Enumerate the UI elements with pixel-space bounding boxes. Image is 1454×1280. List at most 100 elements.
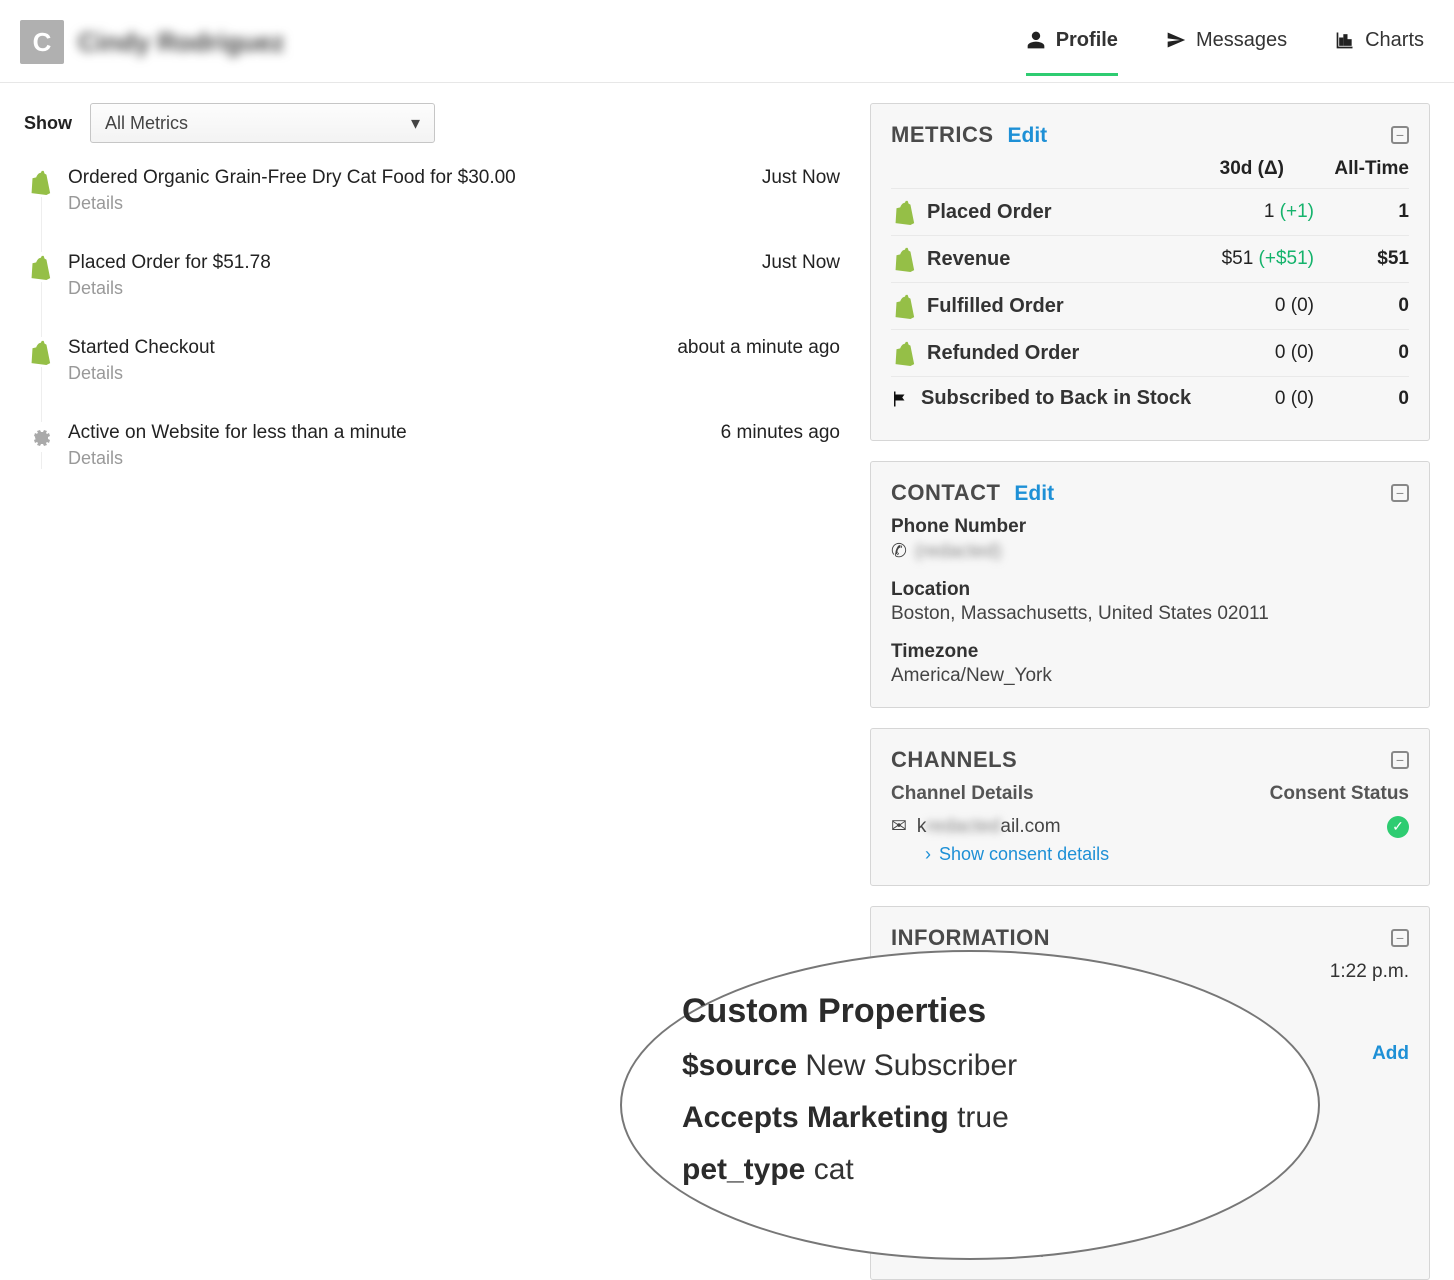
activity-details-link[interactable]: Details — [68, 363, 840, 384]
shopify-icon — [891, 340, 915, 366]
nav-messages-label: Messages — [1196, 29, 1287, 52]
consent-check-icon: ✓ — [1387, 816, 1409, 838]
activity-title: Placed Order for $51.78 — [68, 252, 271, 274]
metrics-edit-link[interactable]: Edit — [1008, 124, 1048, 148]
callout-row: Accepts Marketing true — [682, 1101, 1258, 1135]
metric-all: 1 — [1314, 201, 1409, 223]
shopify-icon — [891, 199, 915, 225]
phone-label: Phone Number — [891, 516, 1409, 538]
activity-item: Placed Order for $51.78 Just Now Details — [68, 252, 840, 299]
information-title: INFORMATION — [891, 925, 1050, 951]
metric-30d: 0 (0) — [1194, 342, 1314, 364]
metrics-filter-select[interactable]: All Metrics ▾ — [90, 103, 435, 143]
channel-email: kredactedail.com — [917, 816, 1061, 838]
activity-item: Ordered Organic Grain-Free Dry Cat Food … — [68, 167, 840, 214]
phone-icon: ✆ — [891, 540, 907, 563]
metric-label: Revenue — [927, 248, 1010, 271]
metric-all: 0 — [1314, 342, 1409, 364]
metric-all: $51 — [1314, 248, 1409, 270]
metric-label: Fulfilled Order — [927, 295, 1064, 318]
custom-properties-callout: Custom Properties $source New Subscriber… — [620, 950, 1320, 1260]
metric-30d: 0 (0) — [1194, 388, 1314, 410]
chevron-right-icon: › — [925, 844, 931, 865]
metrics-title: METRICS — [891, 122, 994, 148]
collapse-icon[interactable]: − — [1391, 751, 1409, 769]
filter-selected-value: All Metrics — [105, 113, 188, 134]
activity-time: Just Now — [762, 252, 840, 274]
collapse-icon[interactable]: − — [1391, 929, 1409, 947]
gears-icon — [24, 422, 54, 452]
activity-item: Started Checkout about a minute ago Deta… — [68, 337, 840, 384]
activity-time: about a minute ago — [677, 337, 840, 359]
header-left: C Cindy Rodriguez — [20, 20, 285, 64]
shopify-icon — [24, 167, 54, 197]
chevron-down-icon: ▾ — [411, 113, 420, 134]
location-label: Location — [891, 579, 1409, 601]
contact-panel: CONTACT Edit − Phone Number ✆ (redacted)… — [870, 461, 1430, 708]
activity-title: Started Checkout — [68, 337, 215, 359]
metric-label: Refunded Order — [927, 342, 1079, 365]
metrics-col-alltime: All-Time — [1314, 158, 1409, 180]
activity-filter-row: Show All Metrics ▾ — [24, 103, 840, 143]
metric-row: Fulfilled Order 0 (0) 0 — [891, 282, 1409, 329]
metric-all: 0 — [1314, 388, 1409, 410]
metric-30d: $51 (+$51) — [1194, 248, 1314, 270]
metric-row: Revenue $51 (+$51) $51 — [891, 235, 1409, 282]
nav-charts-label: Charts — [1365, 29, 1424, 52]
collapse-icon[interactable]: − — [1391, 126, 1409, 144]
metric-30d: 1 (+1) — [1194, 201, 1314, 223]
location-value: Boston, Massachusetts, United States 020… — [891, 603, 1409, 625]
contact-edit-link[interactable]: Edit — [1014, 482, 1054, 506]
activity-title: Active on Website for less than a minute — [68, 422, 407, 444]
timezone-label: Timezone — [891, 641, 1409, 663]
metric-all: 0 — [1314, 295, 1409, 317]
send-icon — [1166, 30, 1186, 50]
metrics-panel: METRICS Edit − 30d (Δ) All-Time Placed O… — [870, 103, 1430, 441]
metrics-col-30d: 30d (Δ) — [1164, 158, 1284, 180]
metric-row: Refunded Order 0 (0) 0 — [891, 329, 1409, 376]
callout-title: Custom Properties — [682, 992, 1258, 1031]
shopify-icon — [891, 293, 915, 319]
channels-panel: CHANNELS − Channel Details Consent Statu… — [870, 728, 1430, 886]
channels-col-consent: Consent Status — [1270, 783, 1409, 805]
activity-time: 6 minutes ago — [721, 422, 840, 444]
shopify-icon — [24, 337, 54, 367]
nav-messages[interactable]: Messages — [1166, 29, 1287, 56]
metric-label: Placed Order — [927, 201, 1052, 224]
activity-time: Just Now — [762, 167, 840, 189]
avatar: C — [20, 20, 64, 64]
nav-charts[interactable]: Charts — [1335, 29, 1424, 56]
page-header: C Cindy Rodriguez Profile Messages Chart… — [0, 0, 1454, 83]
filter-label: Show — [24, 113, 72, 134]
channels-col-details: Channel Details — [891, 783, 1034, 805]
activity-details-link[interactable]: Details — [68, 193, 840, 214]
phone-value: ✆ (redacted) — [891, 540, 1409, 563]
profile-name: Cindy Rodriguez — [78, 27, 285, 58]
activity-details-link[interactable]: Details — [68, 448, 840, 469]
metric-row: Placed Order 1 (+1) 1 — [891, 188, 1409, 235]
callout-row: $source New Subscriber — [682, 1049, 1258, 1083]
callout-row: pet_type cat — [682, 1153, 1258, 1187]
activity-title: Ordered Organic Grain-Free Dry Cat Food … — [68, 167, 516, 189]
show-consent-link[interactable]: › Show consent details — [925, 844, 1409, 865]
header-nav: Profile Messages Charts — [1026, 29, 1424, 56]
metric-row: Subscribed to Back in Stock 0 (0) 0 — [891, 376, 1409, 420]
channel-row: ✉ kredactedail.com ✓ — [891, 815, 1409, 838]
collapse-icon[interactable]: − — [1391, 484, 1409, 502]
envelope-icon: ✉ — [891, 815, 907, 838]
metric-label: Subscribed to Back in Stock — [921, 387, 1191, 410]
activity-feed: Ordered Organic Grain-Free Dry Cat Food … — [24, 167, 840, 469]
timezone-value: America/New_York — [891, 665, 1409, 687]
nav-profile[interactable]: Profile — [1026, 29, 1118, 56]
shopify-icon — [891, 246, 915, 272]
nav-profile-label: Profile — [1056, 29, 1118, 52]
contact-title: CONTACT — [891, 480, 1000, 506]
metric-30d: 0 (0) — [1194, 295, 1314, 317]
activity-item: Active on Website for less than a minute… — [68, 422, 840, 469]
channels-title: CHANNELS — [891, 747, 1017, 773]
flag-icon — [891, 390, 909, 408]
chart-icon — [1335, 30, 1355, 50]
activity-details-link[interactable]: Details — [68, 278, 840, 299]
shopify-icon — [24, 252, 54, 282]
user-icon — [1026, 30, 1046, 50]
